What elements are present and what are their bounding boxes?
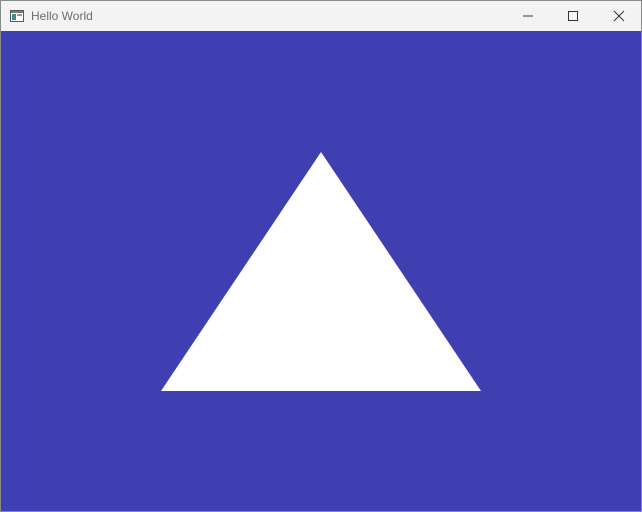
- window-title: Hello World: [31, 9, 93, 23]
- maximize-icon: [568, 11, 578, 21]
- minimize-button[interactable]: [505, 1, 551, 31]
- app-window: Hello World: [0, 0, 642, 512]
- maximize-button[interactable]: [550, 1, 596, 31]
- window-app-icon: [10, 9, 24, 22]
- render-viewport[interactable]: [1, 31, 641, 511]
- close-button[interactable]: [596, 1, 641, 31]
- white-triangle: [161, 152, 481, 391]
- title-bar[interactable]: Hello World: [1, 1, 641, 31]
- close-icon: [613, 10, 625, 22]
- render-canvas: [161, 152, 481, 391]
- minimize-icon: [523, 15, 533, 17]
